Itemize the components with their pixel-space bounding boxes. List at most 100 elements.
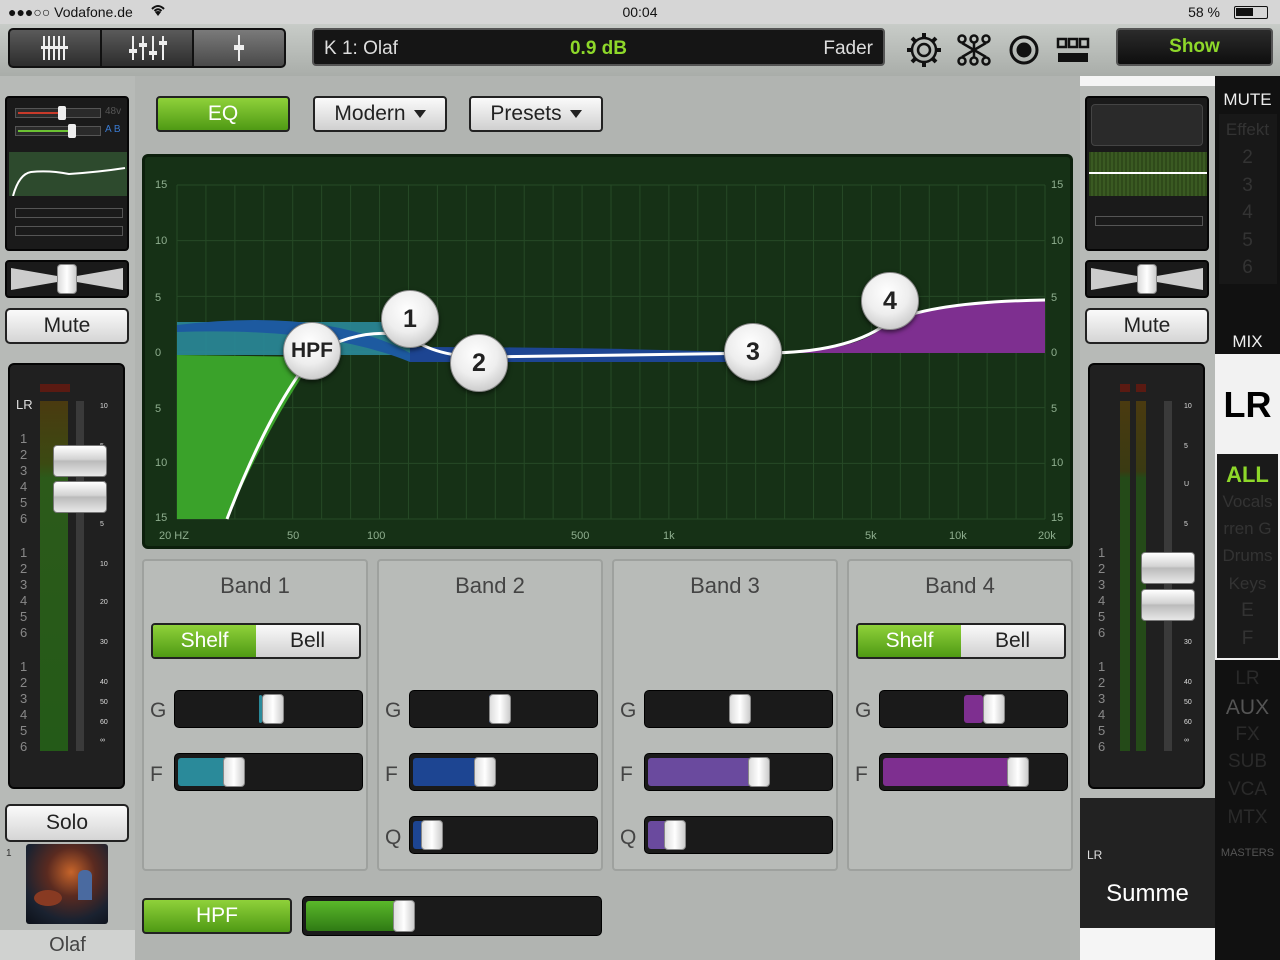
channel-overview-panel[interactable]: 48v A B (5, 96, 129, 251)
shelf-button[interactable]: Shelf (858, 625, 961, 657)
layout-button[interactable] (1054, 32, 1094, 68)
balance-knob[interactable] (1137, 264, 1157, 294)
dyn-thumbnail-2 (15, 226, 123, 236)
mute-group-item[interactable]: Effekt (1215, 120, 1280, 140)
freq-slider[interactable] (174, 753, 363, 791)
mute-button[interactable]: Mute (5, 308, 129, 344)
channel-photo[interactable] (26, 844, 108, 924)
y-label: 5 (1051, 403, 1058, 415)
view-group-item[interactable]: rren G (1215, 519, 1280, 539)
freq-label: F (150, 763, 163, 786)
view-group-item[interactable]: E (1215, 600, 1280, 622)
fader-cap[interactable] (53, 481, 107, 513)
view-group-item[interactable]: F (1215, 628, 1280, 650)
eq-node-4[interactable]: 4 (861, 272, 919, 330)
view-group-item[interactable]: Keys (1215, 574, 1280, 594)
master-dyn-thumb (1095, 216, 1203, 226)
view-all-tab[interactable]: ALL (1215, 462, 1280, 488)
master-mute-button[interactable]: Mute (1085, 308, 1209, 344)
slider-knob[interactable] (728, 694, 751, 724)
y-label: 15 (1051, 179, 1064, 191)
slider-knob[interactable] (421, 820, 444, 850)
eq-node-2[interactable]: 2 (450, 334, 508, 392)
gain-slider[interactable] (879, 690, 1068, 728)
mix-type-sub[interactable]: SUB (1215, 751, 1280, 773)
band-type-toggle[interactable]: Shelf Bell (151, 623, 361, 659)
gain-slider[interactable] (174, 690, 363, 728)
bell-button[interactable]: Bell (961, 625, 1064, 657)
master-overview-panel[interactable] (1085, 96, 1209, 251)
show-button[interactable]: Show (1116, 28, 1273, 66)
view-group-item[interactable]: Vocals (1215, 492, 1280, 512)
eq-graph[interactable]: 15 10 5 0 5 10 15 15 10 5 0 5 10 15 20 H… (142, 154, 1073, 549)
channel-name-bar[interactable]: Olaf (0, 930, 135, 960)
mix-type-mtx[interactable]: MTX (1215, 807, 1280, 829)
eq-node-hpf[interactable]: HPF (283, 322, 341, 380)
master-fader-cap[interactable] (1141, 589, 1195, 621)
slider-knob[interactable] (1006, 757, 1029, 787)
eq-toggle-button[interactable]: EQ (156, 96, 290, 132)
routing-button[interactable] (954, 32, 994, 68)
slider-knob[interactable] (474, 757, 497, 787)
q-slider[interactable] (409, 816, 598, 854)
mix-type-aux[interactable]: AUX (1215, 696, 1280, 720)
gain-slider[interactable] (644, 690, 833, 728)
pan-control[interactable] (5, 260, 129, 298)
eq-node-3[interactable]: 3 (724, 323, 782, 381)
mute-group-item[interactable]: 5 (1215, 230, 1280, 252)
mix-type-fx[interactable]: FX (1215, 724, 1280, 746)
record-button[interactable] (1004, 32, 1044, 68)
fader-bank-button[interactable] (100, 28, 194, 68)
band-title: Band 1 (220, 573, 290, 598)
hpf-toggle-button[interactable]: HPF (142, 898, 292, 934)
slider-fill (648, 758, 755, 786)
mixer-view-button[interactable] (8, 28, 102, 68)
lr-mix-tab[interactable]: LR (1215, 384, 1280, 426)
mix-type-lr[interactable]: LR (1215, 668, 1280, 690)
master-fader-cap[interactable] (1141, 552, 1195, 584)
mute-group-item[interactable]: 2 (1215, 147, 1280, 169)
y-label: 5 (155, 292, 162, 304)
slider-knob[interactable] (664, 820, 687, 850)
hpf-slider[interactable] (302, 896, 602, 936)
settings-button[interactable] (904, 32, 944, 68)
single-fader-button[interactable] (192, 28, 286, 68)
master-balance-control[interactable] (1085, 260, 1209, 298)
slider-knob[interactable] (261, 694, 284, 724)
bus-number: 1 (20, 545, 28, 560)
freq-slider[interactable] (409, 753, 598, 791)
slider-knob[interactable] (488, 694, 511, 724)
slider-knob[interactable] (982, 694, 1005, 724)
eq-node-1[interactable]: 1 (381, 290, 439, 348)
mute-group-item[interactable]: 3 (1215, 175, 1280, 197)
master-name: Summe (1106, 880, 1189, 907)
master-name-panel[interactable]: LR Summe (1080, 798, 1215, 928)
mix-type-vca[interactable]: VCA (1215, 779, 1280, 801)
eq-mode-dropdown[interactable]: Modern (313, 96, 447, 132)
bus-number: 2 (20, 675, 28, 690)
photo-drum (34, 890, 62, 906)
bell-button[interactable]: Bell (256, 625, 359, 657)
band-1-panel: Band 1 Shelf Bell G F (142, 559, 368, 871)
display-value: 0.9 dB (569, 38, 628, 59)
presets-dropdown[interactable]: Presets (469, 96, 603, 132)
mute-group-item[interactable]: 4 (1215, 202, 1280, 224)
phantom-label: 48v (105, 106, 122, 117)
mute-group-item[interactable]: 6 (1215, 257, 1280, 279)
slider-knob[interactable] (223, 757, 246, 787)
slider-knob[interactable] (747, 757, 770, 787)
view-group-item[interactable]: Drums (1215, 546, 1280, 566)
slider-fill (413, 758, 482, 786)
band-type-toggle[interactable]: Shelf Bell (856, 623, 1066, 659)
freq-slider[interactable] (879, 753, 1068, 791)
masters-label: MASTERS (1220, 847, 1275, 859)
shelf-button[interactable]: Shelf (153, 625, 256, 657)
solo-button[interactable]: Solo (5, 804, 129, 842)
hpf-knob[interactable] (393, 900, 416, 932)
pan-knob[interactable] (57, 264, 77, 294)
bus-number: 5 (1098, 609, 1106, 624)
freq-slider[interactable] (644, 753, 833, 791)
q-slider[interactable] (644, 816, 833, 854)
gain-slider[interactable] (409, 690, 598, 728)
fader-cap[interactable] (53, 445, 107, 477)
